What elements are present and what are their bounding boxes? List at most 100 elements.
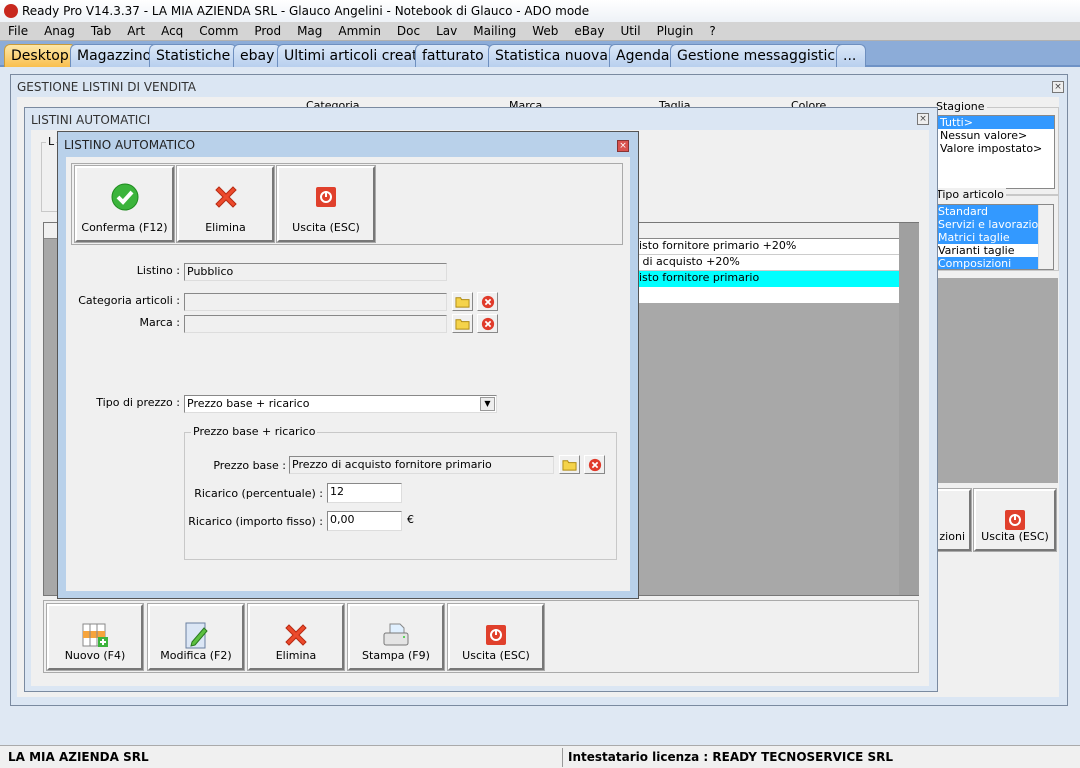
tab-ultimi-articoli[interactable]: Ultimi articoli creati	[277, 44, 429, 67]
menu-mag[interactable]: Mag	[289, 22, 330, 40]
list-item[interactable]: Varianti taglie	[936, 244, 1053, 257]
stagione-group: Stagione Tutti> Nessun valore> Valore im…	[931, 100, 1059, 195]
listino-automatico-dialog: LISTINO AUTOMATICO × Conferma (F12) Elim…	[57, 131, 639, 599]
menu-tab[interactable]: Tab	[83, 22, 119, 40]
table-row[interactable]: uisto fornitore primario +20%	[630, 239, 899, 255]
prezzo-base-field[interactable]: Prezzo di acquisto fornitore primario	[289, 456, 554, 474]
modifica-button[interactable]: Modifica (F2)	[147, 603, 245, 671]
tipo-articolo-list[interactable]: Standard Servizi e lavorazioni Matrici t…	[935, 204, 1054, 270]
status-company: LA MIA AZIENDA SRL	[8, 750, 149, 764]
listini-title: LISTINI AUTOMATICI	[31, 113, 151, 127]
status-divider	[562, 748, 563, 767]
tab-statistica-nuova[interactable]: Statistica nuova	[488, 44, 615, 67]
menu-file[interactable]: File	[0, 22, 36, 40]
prezzo-base-label: Prezzo base :	[213, 459, 286, 472]
elimina-button[interactable]: Elimina	[247, 603, 345, 671]
list-item[interactable]: Nessun valore>	[938, 129, 1054, 142]
tab-more[interactable]: ...	[836, 44, 866, 67]
folder-icon	[455, 316, 470, 331]
status-license: Intestatario licenza : READY TECNOSERVIC…	[568, 750, 894, 764]
clear-icon	[588, 458, 602, 472]
tab-agenda[interactable]: Agenda	[609, 44, 677, 67]
list-item[interactable]: Tutti>	[938, 116, 1054, 129]
title-bar: Ready Pro V14.3.37 - LA MIA AZIENDA SRL …	[0, 0, 1080, 22]
list-item[interactable]: Composizioni	[936, 257, 1053, 269]
clear-icon	[481, 295, 495, 309]
categoria-label: Categoria articoli :	[78, 294, 180, 307]
stampa-button[interactable]: Stampa (F9)	[347, 603, 445, 671]
categoria-clear-button[interactable]	[477, 292, 498, 311]
categoria-field[interactable]	[184, 293, 447, 311]
grid-area	[938, 278, 1058, 483]
menu-anag[interactable]: Anag	[36, 22, 83, 40]
conferma-button[interactable]: Conferma (F12)	[74, 165, 175, 243]
group-label: Prezzo base + ricarico	[191, 425, 318, 438]
marca-field[interactable]	[184, 315, 447, 333]
group-label: L	[46, 135, 57, 148]
tab-fatturato[interactable]: fatturato	[415, 44, 491, 67]
prezzo-base-browse-button[interactable]	[559, 455, 580, 474]
menu-ebay[interactable]: eBay	[566, 22, 612, 40]
tab-magazzino[interactable]: Magazzino	[70, 44, 159, 67]
app-logo-icon	[4, 4, 18, 18]
menu-ammin[interactable]: Ammin	[330, 22, 389, 40]
menu-art[interactable]: Art	[119, 22, 153, 40]
uscita-button[interactable]: Uscita (ESC)	[447, 603, 545, 671]
tab-bar: Desktop Magazzino Statistiche ebay Ultim…	[0, 41, 1080, 67]
elimina-button[interactable]: Elimina	[176, 165, 275, 243]
menu-help[interactable]: ?	[701, 22, 723, 40]
tipo-articolo-label: Tipo articolo	[934, 188, 1006, 201]
list-item[interactable]: Valore impostato>	[938, 142, 1054, 155]
uscita-button[interactable]: Uscita (ESC)	[973, 488, 1057, 552]
table-row[interactable]	[630, 287, 899, 303]
tab-desktop[interactable]: Desktop	[4, 44, 76, 67]
scrollbar[interactable]	[1038, 205, 1053, 269]
listino-label: Listino :	[136, 264, 180, 277]
delete-x-icon	[281, 620, 311, 650]
menu-comm[interactable]: Comm	[191, 22, 246, 40]
scrollbar[interactable]	[899, 223, 919, 595]
stagione-list[interactable]: Tutti> Nessun valore> Valore impostato>	[937, 115, 1055, 189]
marca-browse-button[interactable]	[452, 314, 473, 333]
list-item[interactable]: Matrici taglie	[936, 231, 1053, 244]
tipo-prezzo-value: Prezzo base + ricarico	[187, 397, 310, 410]
delete-x-icon	[211, 182, 241, 212]
tab-ebay[interactable]: ebay	[233, 44, 282, 67]
chevron-down-icon[interactable]: ▼	[480, 397, 495, 411]
menu-plugin[interactable]: Plugin	[649, 22, 702, 40]
table-row-selected[interactable]: uisto fornitore primario	[630, 271, 899, 287]
menu-prod[interactable]: Prod	[246, 22, 289, 40]
menu-util[interactable]: Util	[612, 22, 648, 40]
dialog-title: LISTINO AUTOMATICO	[64, 138, 196, 152]
ricarico-fisso-input[interactable]: 0,00	[327, 511, 402, 531]
nuovo-button[interactable]: Nuovo (F4)	[46, 603, 144, 671]
list-item[interactable]: Servizi e lavorazioni	[936, 218, 1053, 231]
listini-toolbar: Nuovo (F4) Modifica (F2) Elimina Stampa …	[43, 600, 919, 673]
marca-label: Marca :	[139, 316, 180, 329]
list-item[interactable]: Standard	[936, 205, 1053, 218]
menu-mailing[interactable]: Mailing	[465, 22, 524, 40]
close-icon[interactable]: ×	[1052, 81, 1064, 93]
ricarico-percentuale-input[interactable]: 12	[327, 483, 402, 503]
tipo-prezzo-select[interactable]: Prezzo base + ricarico ▼	[184, 395, 497, 413]
dialog-content: Conferma (F12) Elimina Uscita (ESC) List…	[66, 157, 630, 591]
menu-doc[interactable]: Doc	[389, 22, 428, 40]
uscita-button[interactable]: Uscita (ESC)	[276, 165, 376, 243]
close-icon[interactable]: ×	[917, 113, 929, 125]
prezzo-base-clear-button[interactable]	[584, 455, 605, 474]
close-icon[interactable]: ×	[617, 140, 629, 152]
status-bar: LA MIA AZIENDA SRL Intestatario licenza …	[0, 745, 1080, 768]
listino-field[interactable]: Pubblico	[184, 263, 447, 281]
tab-statistiche[interactable]: Statistiche	[149, 44, 238, 67]
table-row[interactable]: 0 di acquisto +20%	[630, 255, 899, 271]
folder-icon	[455, 294, 470, 309]
tab-gestione-messaggistica[interactable]: Gestione messaggistica	[670, 44, 851, 67]
categoria-browse-button[interactable]	[452, 292, 473, 311]
menu-acq[interactable]: Acq	[153, 22, 191, 40]
power-icon	[481, 620, 511, 650]
menu-web[interactable]: Web	[524, 22, 566, 40]
menu-lav[interactable]: Lav	[428, 22, 465, 40]
gestione-title: GESTIONE LISTINI DI VENDITA	[17, 80, 196, 94]
marca-clear-button[interactable]	[477, 314, 498, 333]
tipo-articolo-group: Tipo articolo Standard Servizi e lavoraz…	[931, 188, 1059, 271]
